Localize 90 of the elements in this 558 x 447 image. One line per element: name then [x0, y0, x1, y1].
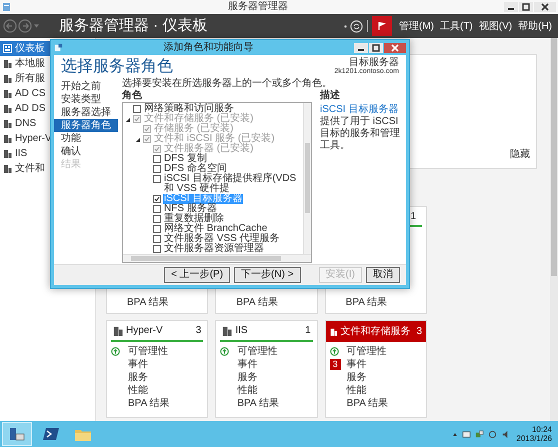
tile-item[interactable]: BPA 结果 [346, 396, 388, 411]
server-icon [222, 326, 232, 336]
server-icon [9, 427, 25, 441]
tile-title[interactable]: 文件和存储服务 [340, 324, 410, 339]
folder-icon [75, 428, 91, 440]
tile-title[interactable]: IIS [235, 323, 248, 338]
status-ok-icon [111, 347, 120, 356]
status-ok-icon [330, 347, 339, 356]
minimize-button[interactable] [354, 42, 368, 52]
section-label: 描述 [320, 90, 341, 102]
clock[interactable]: 10:24 2013/1/26 [516, 425, 552, 443]
wizard-step[interactable]: 功能 [54, 132, 118, 145]
tile-item[interactable]: 服务 [237, 370, 258, 385]
server-icon [3, 59, 12, 68]
instruction-text: 选择要安装在所选服务器上的一个或多个角色。 [122, 78, 333, 90]
close-button[interactable] [384, 42, 406, 52]
description-link[interactable]: iSCSI 目标服务器 [320, 104, 398, 115]
tray-icon[interactable] [462, 430, 472, 438]
server-icon [3, 149, 12, 158]
tile-item[interactable]: BPA 结果 [128, 396, 170, 411]
tile-count: 1 [410, 210, 416, 224]
menu-item[interactable]: 工具(T) [436, 18, 476, 34]
menu-item[interactable]: 视图(V) [476, 18, 516, 34]
tile-item[interactable]: 性能 [128, 383, 148, 398]
page-heading: 选择服务器角色 [61, 57, 173, 77]
server-icon [3, 164, 12, 173]
tile-item[interactable]: 可管理性 [237, 344, 278, 359]
tile-item[interactable]: 事件 [346, 357, 367, 372]
app-icon [54, 43, 63, 52]
scrollbar[interactable] [550, 38, 558, 421]
wizard-step[interactable]: 开始之前 [54, 80, 118, 93]
server-icon [3, 134, 12, 143]
tile-item[interactable]: BPA 结果 [237, 396, 279, 411]
dashboard-icon [3, 44, 12, 53]
description-text: iSCSI 目标服务器 提供了用于 iSCSI 目标的服务和管理工具。 [320, 104, 400, 152]
maximize-button[interactable] [369, 42, 383, 52]
tile-item[interactable]: 性能 [346, 383, 367, 398]
status-ok-icon [220, 347, 230, 356]
minimize-button[interactable] [504, 2, 518, 12]
checkbox[interactable] [133, 105, 141, 113]
hide-link[interactable]: 隐藏 [510, 147, 530, 162]
window-title: 服务器管理器 [228, 1, 288, 13]
taskbar-button[interactable] [2, 422, 32, 446]
wizard-step[interactable]: 确认 [54, 145, 118, 158]
terminal-icon [43, 428, 59, 440]
server-icon [3, 74, 12, 83]
dialog-button[interactable]: < 上一步(P) [164, 267, 230, 283]
menu-item[interactable]: 帮助(H) [515, 18, 555, 34]
section-label: 角色 [122, 90, 143, 102]
tile-count: 1 [305, 324, 311, 338]
tile-item[interactable]: 可管理性 [128, 344, 168, 359]
dialog-button[interactable]: 取消 [366, 267, 400, 283]
tile-item[interactable]: 可管理性 [346, 344, 387, 359]
wizard-step[interactable]: 服务器角色 [54, 119, 118, 132]
wizard-step[interactable]: 安装类型 [54, 93, 118, 106]
server-icon [3, 119, 12, 128]
target-label: 目标服务器 [349, 57, 399, 68]
network-icon[interactable] [475, 430, 484, 438]
wizard-step[interactable]: 服务器选择 [54, 106, 118, 119]
count-badge: 3 [330, 359, 341, 370]
dialog-title: 添加角色和功能向导 [164, 40, 254, 55]
server-icon [330, 326, 338, 336]
dropdown-icon[interactable] [344, 24, 347, 28]
tile-item[interactable]: 服务 [346, 370, 367, 385]
server-icon [113, 326, 123, 336]
dialog-button[interactable]: 下一步(N) > [234, 267, 301, 283]
tile-item[interactable]: BPA 结果 [326, 295, 426, 313]
tile-item[interactable]: 性能 [237, 383, 258, 398]
close-button[interactable] [534, 2, 556, 12]
flag-icon [376, 21, 387, 31]
tile-count: 3 [196, 324, 202, 338]
maximize-button[interactable] [519, 2, 533, 12]
notifications-button[interactable] [372, 16, 392, 36]
tray-icon[interactable] [488, 430, 498, 438]
tile-title[interactable]: Hyper-V [126, 323, 163, 338]
caret-icon[interactable] [453, 432, 458, 436]
refresh-button[interactable] [350, 20, 363, 32]
speaker-icon[interactable] [501, 430, 510, 438]
tile-count: 3 [416, 325, 422, 339]
server-icon [3, 104, 12, 113]
tile-item[interactable]: 事件 [237, 357, 258, 372]
tile-item[interactable]: BPA 结果 [216, 295, 317, 313]
scrollbar[interactable] [303, 103, 311, 254]
scrollbar[interactable] [123, 254, 311, 262]
server-icon [3, 89, 12, 98]
tile-item[interactable]: BPA 结果 [107, 295, 208, 313]
page-title: 服务器管理器 · 仪表板 [59, 16, 208, 36]
menu-item[interactable]: 管理(M) [396, 18, 437, 34]
tile-item[interactable]: 服务 [128, 370, 148, 385]
tile-item[interactable]: 事件 [128, 357, 148, 372]
